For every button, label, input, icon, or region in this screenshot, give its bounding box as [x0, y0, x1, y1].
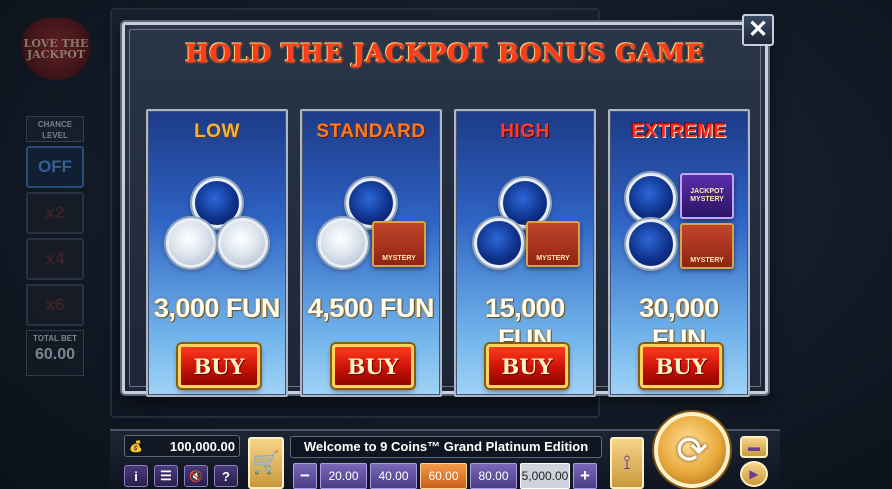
silver-coin-icon: [166, 218, 216, 268]
total-bet-value: 60.00: [34, 346, 76, 363]
play-button[interactable]: ▶: [740, 461, 768, 487]
chance-level-x6-button[interactable]: x6: [26, 284, 84, 326]
spin-icon: ⟳: [676, 429, 708, 472]
autoplay-icon: ⟟: [623, 451, 631, 474]
bonus-buy-modal: HOLD THE JACKPOT BONUS GAME LOW 3,000 FU…: [122, 22, 768, 397]
mystery-tile-icon: MYSTERY: [526, 221, 580, 267]
total-bet-box: TOTAL BET 60.00: [26, 330, 84, 376]
bet-decrease-button[interactable]: −: [293, 463, 317, 489]
mystery-tile-icon: MYSTERY: [372, 221, 426, 267]
total-bet-label: TOTAL BET: [33, 334, 77, 343]
buy-high-button[interactable]: BUY: [486, 344, 568, 388]
silver-coin-icon: [318, 218, 368, 268]
silver-coin-icon: [218, 218, 268, 268]
info-button[interactable]: i: [124, 465, 148, 487]
chance-level-x2-button[interactable]: x2: [26, 192, 84, 234]
chance-level-title: CHANCE LEVEL: [26, 116, 84, 142]
bet-selector: − 20.00 40.00 60.00 80.00 5,000.00 +: [293, 463, 597, 489]
bet-option-5000[interactable]: 5,000.00: [520, 463, 570, 489]
buy-extreme-button[interactable]: BUY: [640, 344, 722, 388]
turbo-icon: ▬: [748, 440, 760, 454]
menu-button[interactable]: ☰: [154, 465, 178, 487]
menu-icon: ☰: [160, 468, 172, 483]
bet-increase-button[interactable]: +: [573, 463, 597, 489]
chance-level-panel: CHANCE LEVEL OFF x2 x4 x6 TOTAL BET 60.0…: [26, 116, 84, 376]
close-icon: ✕: [747, 16, 769, 43]
mystery-tile-text: MYSTERY: [536, 255, 570, 262]
sound-button[interactable]: 🔇: [184, 465, 208, 487]
bonus-card-standard: STANDARD MYSTERY 4,500 FUN BUY: [300, 109, 442, 397]
bonus-card-label: STANDARD: [316, 121, 426, 142]
spin-button[interactable]: ⟳: [654, 412, 730, 488]
play-icon: ▶: [749, 467, 759, 481]
game-logo: LOVE THE JACKPOT: [22, 18, 90, 80]
bonus-card-label: HIGH: [500, 121, 550, 142]
money-bag-icon: 💰: [129, 440, 143, 453]
balance-value: 100,000.00: [169, 438, 235, 454]
mystery-tile-icon: MYSTERY: [680, 223, 734, 269]
bonus-card-low: LOW 3,000 FUN BUY: [146, 109, 288, 397]
chance-level-x4-button[interactable]: x4: [26, 238, 84, 280]
modal-title: HOLD THE JACKPOT BONUS GAME: [185, 39, 705, 68]
mystery-tile-text: MYSTERY: [382, 255, 416, 262]
help-icon: ?: [222, 468, 230, 484]
buy-low-button[interactable]: BUY: [178, 344, 260, 388]
jackpot-mystery-tile-icon: JACKPOT MYSTERY: [680, 173, 734, 219]
cart-icon: 🛒: [252, 450, 280, 475]
bonus-card-amount: 3,000 FUN: [153, 293, 281, 323]
autoplay-button[interactable]: ⟟: [610, 437, 644, 489]
blue-coin-icon: [626, 219, 676, 269]
bet-option-80[interactable]: 80.00: [470, 463, 517, 489]
bonus-card-label: LOW: [194, 121, 240, 142]
close-modal-button[interactable]: ✕: [742, 14, 774, 46]
mystery-tile-text: MYSTERY: [690, 257, 724, 264]
blue-coin-icon: [626, 173, 676, 223]
bonus-card-high: HIGH MYSTERY 15,000 FUN BUY: [454, 109, 596, 397]
jackpot-mystery-text: JACKPOT MYSTERY: [690, 188, 724, 203]
buy-standard-button[interactable]: BUY: [332, 344, 414, 388]
bonus-card-label: EXTREME: [631, 121, 727, 142]
chance-level-off-button[interactable]: OFF: [26, 146, 84, 188]
bonus-card-amount: 4,500 FUN: [307, 293, 435, 323]
message-bar: Welcome to 9 Coins™ Grand Platinum Editi…: [290, 436, 602, 458]
help-button[interactable]: ?: [214, 465, 238, 487]
bet-option-40[interactable]: 40.00: [370, 463, 417, 489]
turbo-button[interactable]: ▬: [740, 436, 768, 458]
info-icon: i: [134, 468, 138, 484]
bet-option-20[interactable]: 20.00: [320, 463, 367, 489]
blue-coin-icon: [474, 218, 524, 268]
balance-display: 💰 100,000.00: [124, 435, 240, 457]
sound-off-icon: 🔇: [189, 470, 203, 483]
bonus-card-extreme: EXTREME JACKPOT MYSTERY MYSTERY 30,000 F…: [608, 109, 750, 397]
game-logo-text: LOVE THE JACKPOT: [23, 37, 89, 61]
bet-option-60[interactable]: 60.00: [420, 463, 467, 489]
bonus-buy-cart-button[interactable]: 🛒: [248, 437, 284, 489]
